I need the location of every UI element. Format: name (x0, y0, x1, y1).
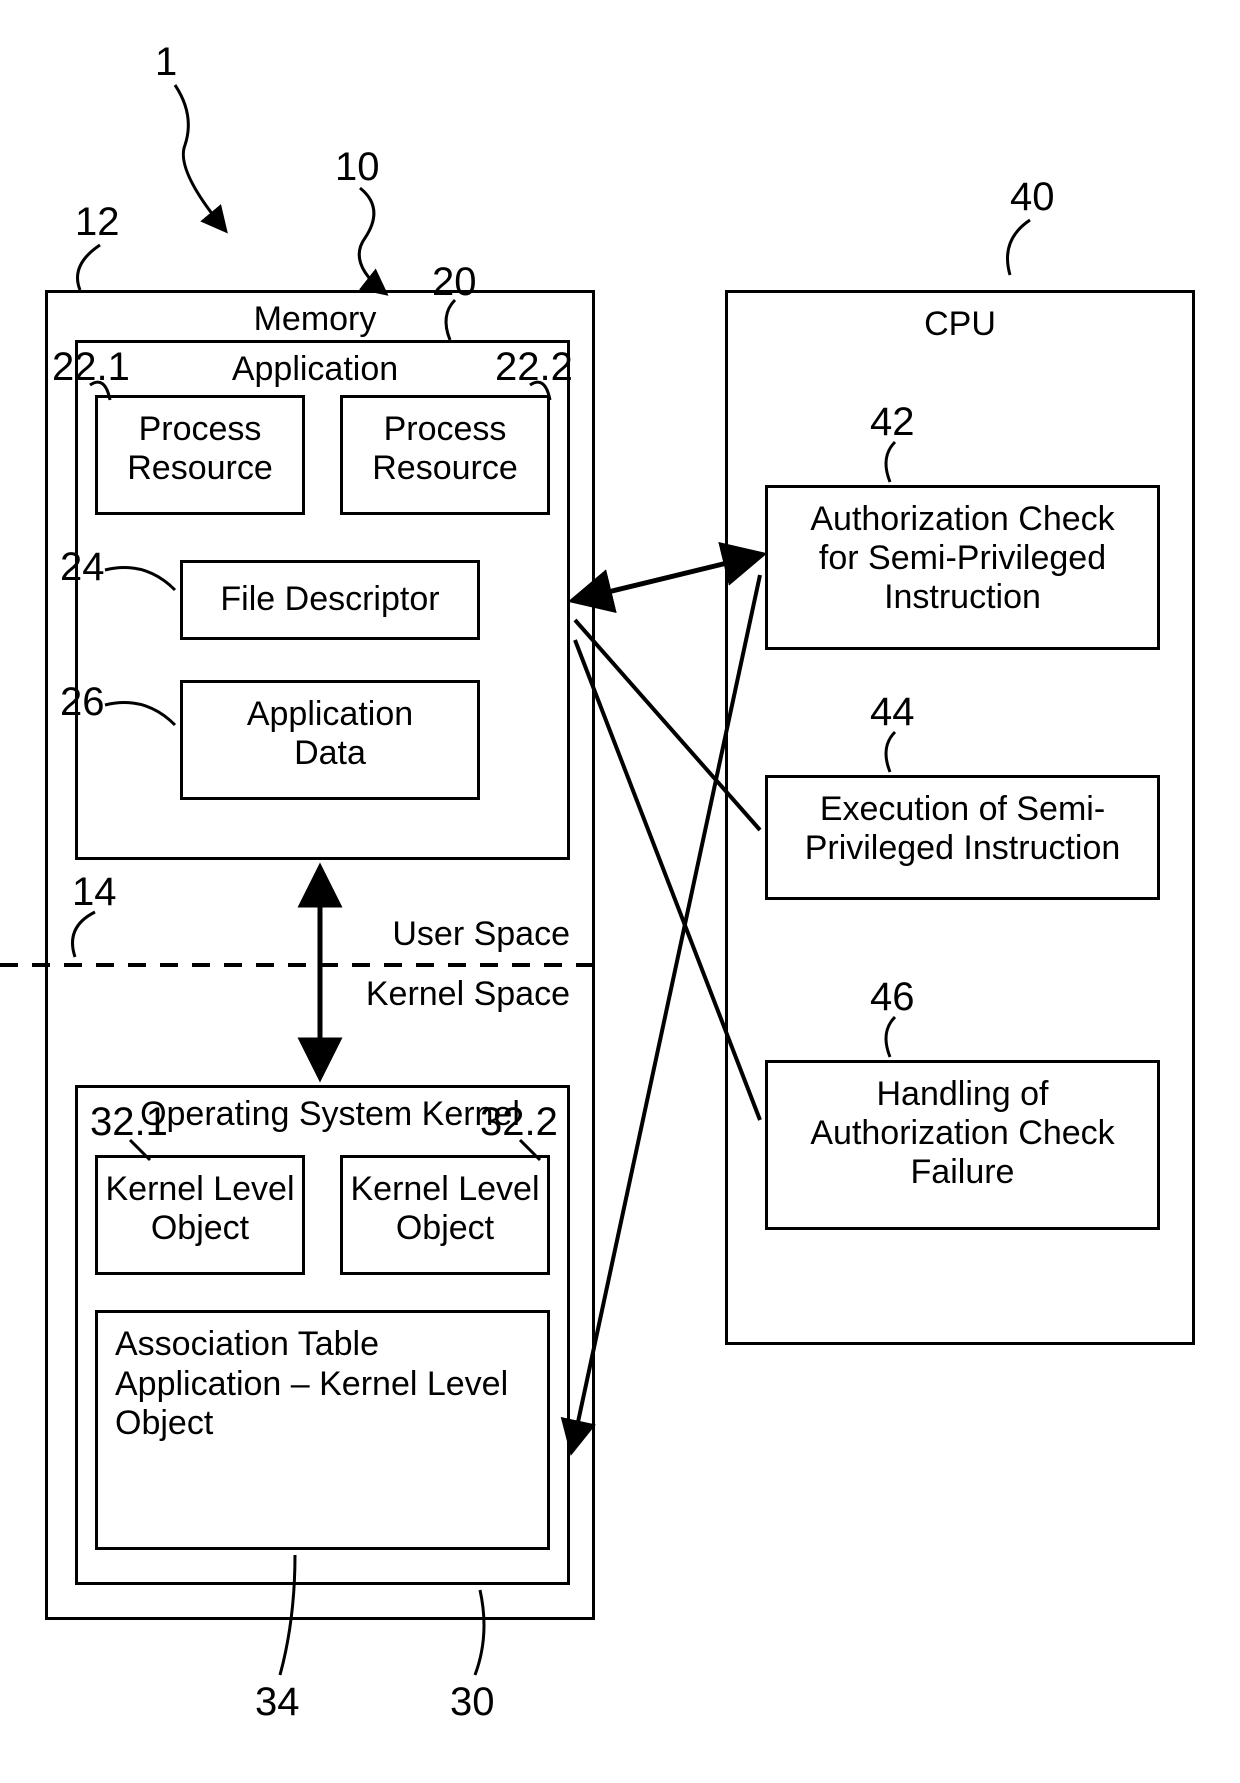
auth-check-label: Authorization Check for Semi-Privileged … (765, 500, 1160, 617)
ref-42: 42 (870, 400, 915, 445)
memory-title: Memory (200, 300, 430, 339)
file-descriptor-label: File Descriptor (180, 580, 480, 619)
ref-20: 20 (432, 260, 477, 305)
process-resource-1-label: Process Resource (95, 410, 305, 488)
process-resource-2-label: Process Resource (340, 410, 550, 488)
application-title: Application (200, 350, 430, 389)
ref-30: 30 (450, 1680, 495, 1725)
diagram-canvas: Memory User Space Kernel Space Applicati… (0, 0, 1240, 1783)
association-table-line1: Association Table (115, 1325, 535, 1364)
os-kernel-title: Operating System Kernel (130, 1095, 530, 1134)
ref-32-2: 32.2 (480, 1100, 558, 1145)
ref-26: 26 (60, 680, 105, 725)
ref-22-2: 22.2 (495, 345, 573, 390)
application-data-label: Application Data (180, 695, 480, 773)
ref-14: 14 (72, 870, 117, 915)
cpu-title: CPU (860, 305, 1060, 344)
ref-40: 40 (1010, 175, 1055, 220)
ref-10: 10 (335, 145, 380, 190)
kernel-space-label: Kernel Space (330, 975, 570, 1014)
ref-46: 46 (870, 975, 915, 1020)
kernel-level-object-2-label: Kernel Level Object (340, 1170, 550, 1248)
kernel-level-object-1-label: Kernel Level Object (95, 1170, 305, 1248)
ref-22-1: 22.1 (52, 345, 130, 390)
ref-1: 1 (155, 40, 177, 85)
ref-34: 34 (255, 1680, 300, 1725)
association-table-line2: Application – Kernel Level Object (115, 1365, 535, 1443)
ref-44: 44 (870, 690, 915, 735)
exec-label: Execution of Semi- Privileged Instructio… (765, 790, 1160, 868)
ref-12: 12 (75, 200, 120, 245)
ref-24: 24 (60, 545, 105, 590)
ref-32-1: 32.1 (90, 1100, 168, 1145)
handle-fail-label: Handling of Authorization Check Failure (765, 1075, 1160, 1192)
user-space-label: User Space (360, 915, 570, 954)
